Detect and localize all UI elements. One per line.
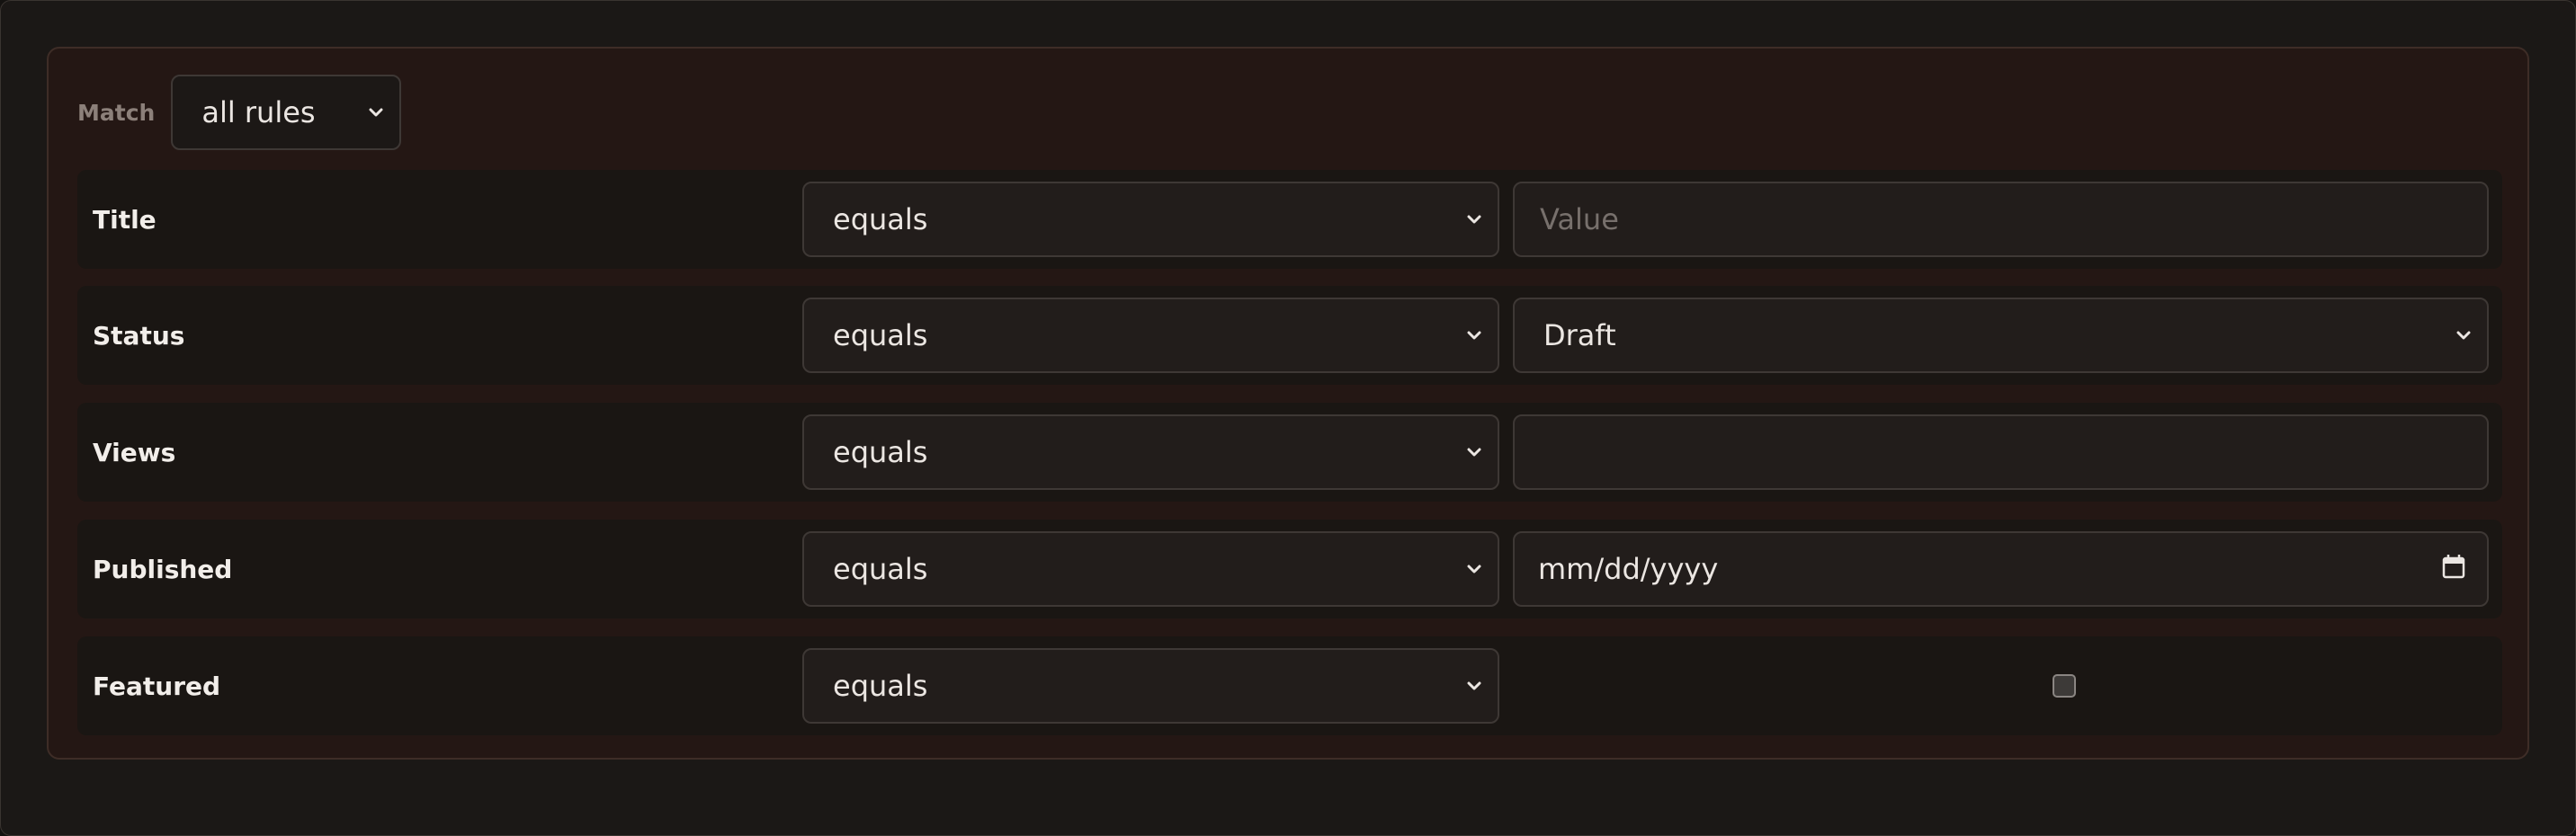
- match-select-value: all rules: [201, 95, 316, 129]
- rule-row-views: Views equals: [77, 403, 2502, 502]
- featured-checkbox[interactable]: [2053, 674, 2076, 698]
- chevron-down-icon: [1465, 210, 1483, 228]
- value-input-placeholder: Value: [1540, 202, 1619, 236]
- rule-field-label: Featured: [93, 671, 221, 701]
- rule-field-label: Status: [93, 320, 185, 351]
- value-number-input[interactable]: [1513, 414, 2489, 490]
- value-date-input[interactable]: mm/dd/yyyy: [1513, 531, 2489, 607]
- value-select[interactable]: Draft: [1513, 298, 2489, 373]
- filter-window: Match all rules Title equals Value Statu…: [0, 0, 2576, 836]
- rule-field-label: Published: [93, 554, 233, 584]
- operator-select[interactable]: equals: [802, 182, 1499, 257]
- rule-field-label: Views: [93, 437, 176, 467]
- operator-select-value: equals: [833, 318, 928, 352]
- chevron-down-icon: [1465, 326, 1483, 344]
- rule-field-label: Title: [93, 204, 157, 235]
- operator-select-value: equals: [833, 435, 928, 469]
- value-input[interactable]: Value: [1513, 182, 2489, 257]
- rule-builder-panel: Match all rules Title equals Value Statu…: [47, 47, 2529, 760]
- operator-select[interactable]: equals: [802, 531, 1499, 607]
- match-label: Match: [77, 99, 156, 126]
- chevron-down-icon: [1465, 560, 1483, 578]
- chevron-down-icon: [1465, 677, 1483, 695]
- operator-select-value: equals: [833, 202, 928, 236]
- value-select-value: Draft: [1543, 318, 1616, 352]
- operator-select[interactable]: equals: [802, 414, 1499, 490]
- calendar-icon[interactable]: [2442, 552, 2465, 586]
- operator-select[interactable]: equals: [802, 648, 1499, 724]
- match-row: Match all rules: [77, 75, 402, 150]
- rule-row-featured: Featured equals: [77, 636, 2502, 735]
- rule-row-title: Title equals Value: [77, 170, 2502, 269]
- chevron-down-icon: [1465, 443, 1483, 461]
- date-placeholder: mm/dd/yyyy: [1538, 552, 1719, 586]
- operator-select-value: equals: [833, 669, 928, 703]
- match-select[interactable]: all rules: [171, 75, 402, 150]
- chevron-down-icon: [2455, 326, 2473, 344]
- operator-select-value: equals: [833, 552, 928, 586]
- rule-row-status: Status equals Draft: [77, 286, 2502, 385]
- rule-row-published: Published equals mm/dd/yyyy: [77, 520, 2502, 618]
- chevron-down-icon: [367, 103, 385, 121]
- operator-select[interactable]: equals: [802, 298, 1499, 373]
